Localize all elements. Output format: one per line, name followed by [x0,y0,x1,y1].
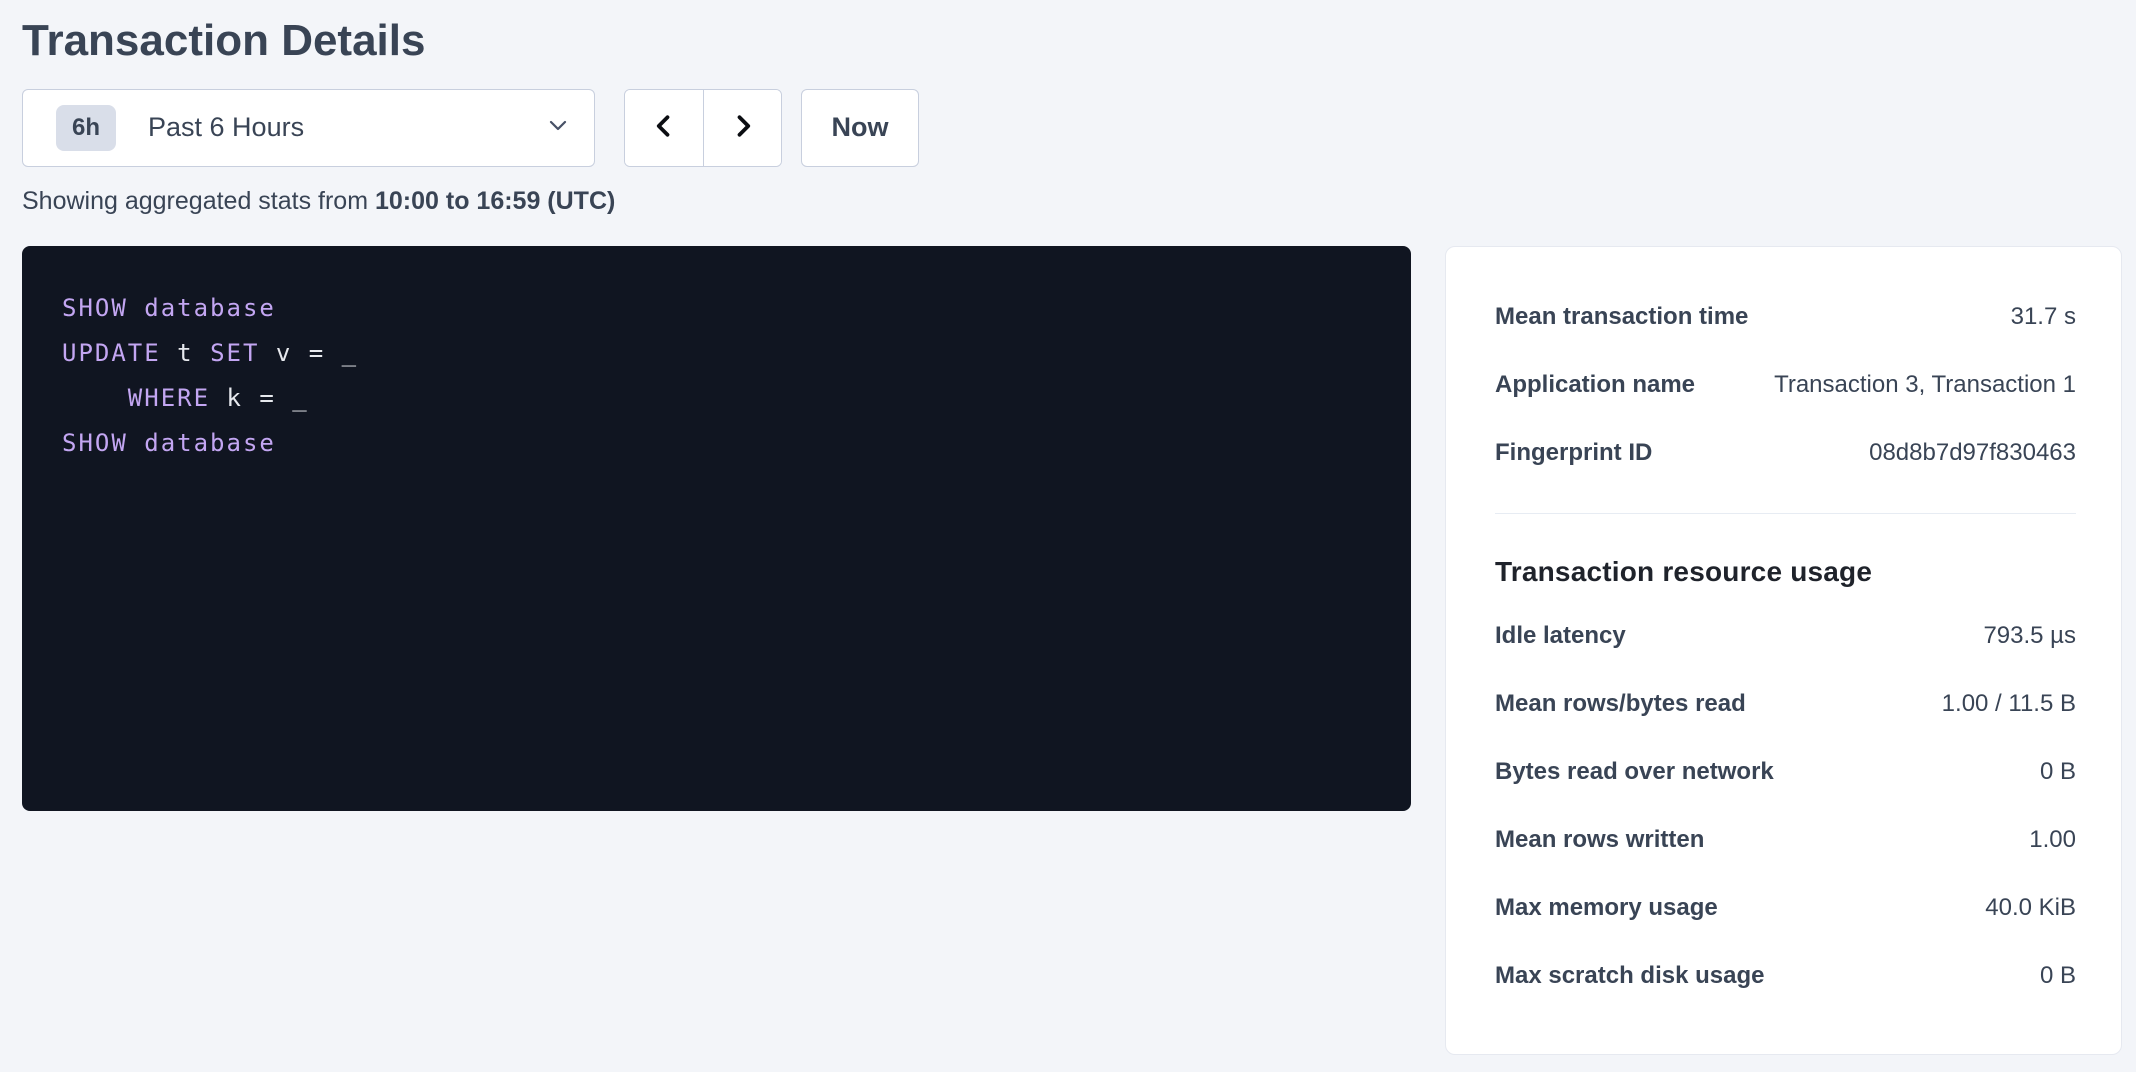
stat-value: 0 B [2040,758,2076,786]
sql-indent [62,384,128,412]
sql-line: WHERE k = _ [62,376,1381,421]
sql-identifier: t [161,339,210,367]
sql-identifier: k = _ [210,384,309,412]
stats-caption-range: 10:00 to 16:59 (UTC) [375,187,615,215]
sql-keyword: SHOW database [62,429,276,457]
stat-value: 40.0 KiB [1985,894,2076,922]
resource-usage-section-title: Transaction resource usage [1495,556,2076,588]
page-title: Transaction Details [22,16,2122,67]
transaction-details-page: Transaction Details 6h Past 6 Hours Now [0,0,2136,1055]
time-range-label: Past 6 Hours [148,112,546,143]
stat-label: Mean transaction time [1495,303,1748,331]
stat-row-bytes-read-over-network: Bytes read over network 0 B [1495,738,2076,806]
stat-label: Mean rows/bytes read [1495,690,1746,718]
now-button[interactable]: Now [801,89,919,167]
stat-label: Mean rows written [1495,826,1704,854]
stat-label: Max scratch disk usage [1495,962,1764,990]
time-range-badge: 6h [56,105,116,151]
chevron-left-icon [650,112,678,143]
chevron-right-icon [729,112,757,143]
stat-label: Idle latency [1495,622,1626,650]
stat-row-application-name: Application name Transaction 3, Transact… [1495,351,2076,419]
stat-row-max-scratch-disk-usage: Max scratch disk usage 0 B [1495,942,2076,1010]
time-range-dropdown[interactable]: 6h Past 6 Hours [22,89,595,167]
stat-label: Bytes read over network [1495,758,1774,786]
time-nav-group [624,89,782,167]
stat-value: Transaction 3, Transaction 1 [1774,371,2076,399]
stat-value: 31.7 s [2011,303,2076,331]
stat-value: 1.00 / 11.5 B [1942,690,2076,718]
previous-time-button[interactable] [625,90,703,166]
sql-identifier: v = _ [259,339,358,367]
stat-value: 0 B [2040,962,2076,990]
main-content: SHOW database UPDATE t SET v = _ WHERE k… [22,246,2122,1055]
next-time-button[interactable] [703,90,781,166]
stat-label: Application name [1495,371,1695,399]
stat-row-mean-transaction-time: Mean transaction time 31.7 s [1495,283,2076,351]
stat-row-fingerprint-id: Fingerprint ID 08d8b7d97f830463 [1495,419,2076,487]
transaction-details-panel: Mean transaction time 31.7 s Application… [1445,246,2122,1055]
stat-label: Max memory usage [1495,894,1718,922]
stat-row-mean-rows-written: Mean rows written 1.00 [1495,806,2076,874]
stat-row-mean-rows-bytes-read: Mean rows/bytes read 1.00 / 11.5 B [1495,670,2076,738]
aggregated-stats-caption: Showing aggregated stats from 10:00 to 1… [22,187,2122,216]
stat-value: 08d8b7d97f830463 [1869,439,2076,467]
chevron-down-icon [546,113,570,142]
sql-keyword: WHERE [128,384,210,412]
stat-label: Fingerprint ID [1495,439,1652,467]
panel-divider [1495,513,2076,514]
sql-statement-block: SHOW database UPDATE t SET v = _ WHERE k… [22,246,1411,811]
stat-row-idle-latency: Idle latency 793.5 µs [1495,602,2076,670]
stat-value: 793.5 µs [1983,622,2076,650]
sql-line: SHOW database [62,421,1381,466]
sql-line: SHOW database [62,286,1381,331]
stat-row-max-memory-usage: Max memory usage 40.0 KiB [1495,874,2076,942]
sql-keyword: SHOW database [62,294,276,322]
stat-value: 1.00 [2029,826,2076,854]
stats-caption-prefix: Showing aggregated stats from [22,187,375,215]
time-controls: 6h Past 6 Hours Now [22,89,2122,167]
sql-line: UPDATE t SET v = _ [62,331,1381,376]
sql-keyword: UPDATE [62,339,161,367]
sql-keyword: SET [210,339,259,367]
